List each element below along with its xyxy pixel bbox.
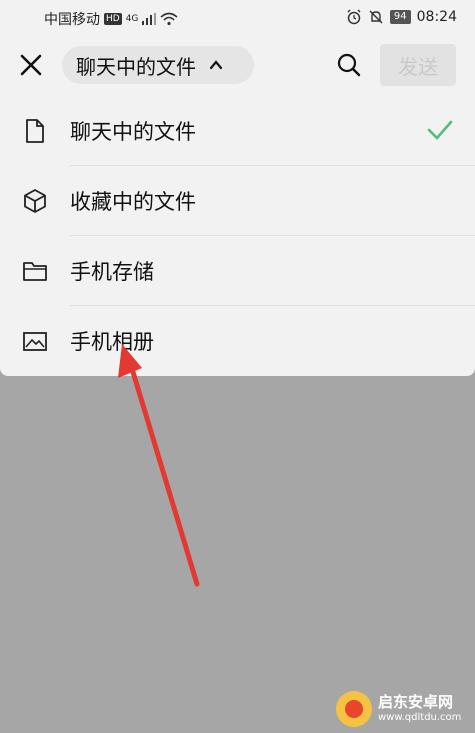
status-right: 94 08:24 bbox=[346, 9, 457, 25]
clock-text: 08:24 bbox=[416, 9, 457, 25]
battery-level: 94 bbox=[389, 10, 411, 24]
carrier-text: 中国移动 bbox=[44, 12, 100, 28]
menu-item-label: 收藏中的文件 bbox=[70, 190, 196, 214]
image-icon bbox=[23, 332, 47, 351]
watermark: 启东安卓网 www.qdltdu.com bbox=[336, 688, 472, 730]
menu-item-label: 手机相册 bbox=[70, 330, 154, 354]
mute-bell-icon bbox=[369, 10, 383, 24]
watermark-name: 启东安卓网 bbox=[378, 693, 454, 711]
wifi-icon bbox=[160, 12, 178, 26]
cube-icon bbox=[24, 189, 46, 213]
chevron-up-icon bbox=[209, 60, 223, 70]
menu-item-label: 手机存储 bbox=[70, 260, 154, 284]
source-dropdown-label: 聊天中的文件 bbox=[76, 54, 196, 79]
status-left: 中国移动 HD 4G bbox=[44, 9, 178, 29]
source-dropdown[interactable]: 聊天中的文件 bbox=[62, 46, 254, 84]
watermark-url: www.qdltdu.com bbox=[378, 712, 462, 723]
menu-item-photo-album[interactable]: 手机相册 bbox=[0, 306, 475, 376]
alarm-icon bbox=[347, 9, 361, 25]
file-source-panel: 中国移动 HD 4G 94 08:24 聊天中的文件 发送 聊天中的文件 收藏中… bbox=[0, 0, 475, 376]
close-icon[interactable] bbox=[18, 52, 44, 78]
folder-icon bbox=[23, 262, 47, 281]
hd-badge: HD bbox=[104, 13, 122, 25]
search-icon[interactable] bbox=[336, 52, 362, 78]
menu-item-phone-storage[interactable]: 手机存储 bbox=[0, 236, 475, 306]
signal-icon bbox=[142, 13, 157, 25]
menu-item-favorite-files[interactable]: 收藏中的文件 bbox=[0, 166, 475, 236]
network-type: 4G bbox=[125, 14, 139, 24]
watermark-logo bbox=[336, 691, 372, 727]
menu-item-label: 聊天中的文件 bbox=[70, 120, 196, 144]
menu-item-chat-files[interactable]: 聊天中的文件 bbox=[0, 96, 475, 166]
checkmark-icon bbox=[427, 120, 453, 140]
header-bar: 聊天中的文件 发送 bbox=[0, 40, 475, 92]
watermark-text: 启东安卓网 www.qdltdu.com bbox=[378, 693, 461, 725]
send-button[interactable]: 发送 bbox=[380, 44, 456, 86]
status-bar: 中国移动 HD 4G 94 08:24 bbox=[0, 0, 475, 34]
document-icon bbox=[26, 119, 44, 143]
